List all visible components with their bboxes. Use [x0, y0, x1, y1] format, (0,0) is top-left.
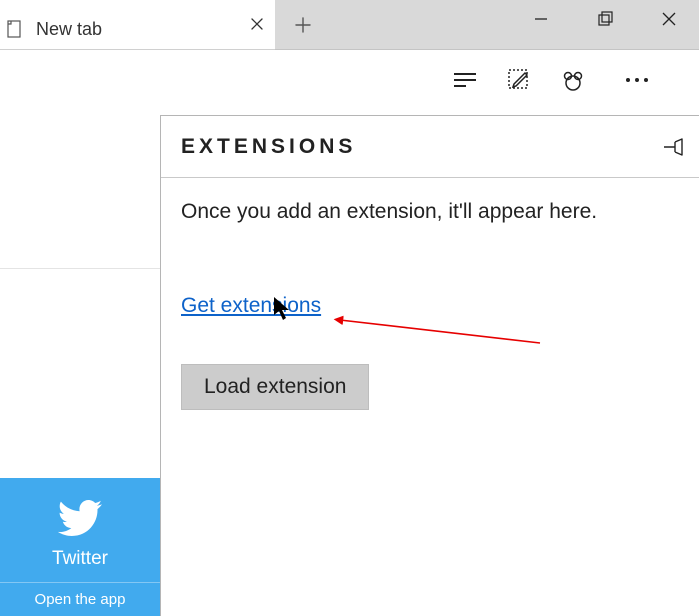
twitter-icon — [56, 498, 104, 538]
get-extensions-link[interactable]: Get extensions — [181, 294, 321, 318]
tab-strip-inactive — [275, 0, 699, 50]
flyout-title: EXTENSIONS — [181, 135, 356, 159]
window-minimize-button[interactable] — [511, 0, 571, 38]
tab-title: New tab — [36, 19, 102, 40]
pin-button[interactable] — [657, 130, 691, 164]
tab-strip: New tab — [0, 0, 275, 50]
tab-close-button[interactable] — [243, 10, 271, 38]
tile-label: Twitter — [0, 548, 160, 570]
title-bar: New tab — [0, 0, 699, 50]
window-close-button[interactable] — [639, 0, 699, 38]
toolbar — [0, 50, 699, 106]
flyout-body: Once you add an extension, it'll appear … — [161, 178, 699, 432]
flyout-header: EXTENSIONS — [161, 116, 699, 178]
content-divider — [0, 268, 160, 269]
more-button[interactable] — [615, 58, 659, 102]
browser-tab[interactable]: New tab — [6, 8, 102, 50]
new-tab-button[interactable] — [275, 0, 331, 50]
tile-open-app[interactable]: Open the app — [0, 582, 160, 616]
load-extension-button[interactable]: Load extension — [181, 364, 369, 410]
page-icon — [6, 20, 24, 38]
extensions-flyout: EXTENSIONS Once you add an extension, it… — [160, 115, 699, 616]
web-note-button[interactable] — [497, 58, 541, 102]
hub-button[interactable] — [443, 58, 487, 102]
window-maximize-button[interactable] — [575, 0, 635, 38]
share-button[interactable] — [551, 58, 595, 102]
twitter-tile[interactable]: Twitter Open the app — [0, 478, 160, 616]
tile-body: Twitter — [0, 478, 160, 582]
extensions-empty-text: Once you add an extension, it'll appear … — [181, 200, 679, 224]
